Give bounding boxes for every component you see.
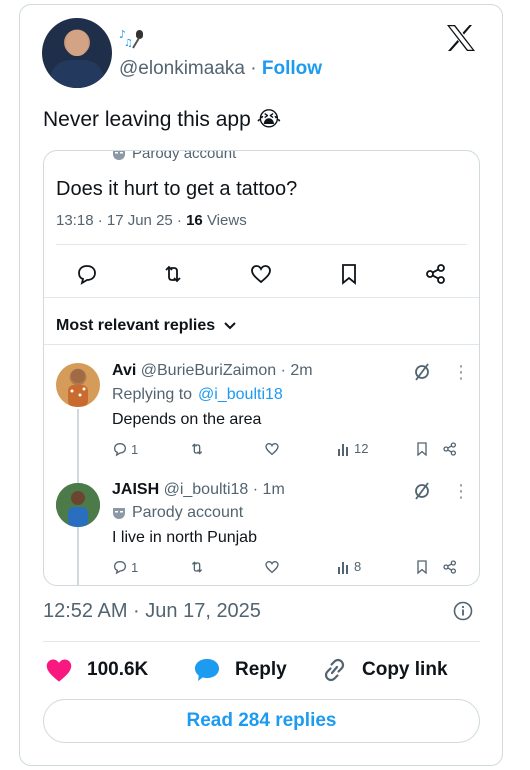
reply-views-button[interactable]: 8 (337, 559, 361, 574)
info-icon[interactable] (453, 601, 473, 621)
reply-like-button[interactable] (264, 559, 280, 575)
share-icon (443, 442, 456, 456)
reply-text: Depends on the area (112, 411, 262, 428)
retweet-icon[interactable] (161, 262, 187, 288)
reply-retweet-button[interactable] (189, 559, 205, 575)
comment-icon (113, 560, 127, 575)
reply-action-bar: 1 8 (112, 559, 462, 579)
more-options-icon[interactable]: ⋮ (452, 482, 470, 500)
reply-like-button[interactable] (264, 441, 280, 457)
share-icon[interactable] (424, 262, 450, 288)
views-icon (338, 443, 348, 456)
mask-icon (113, 151, 125, 160)
like-icon[interactable] (249, 262, 275, 288)
tweet-text: Never leaving this app 😭 (43, 108, 282, 131)
reply-bookmark-button[interactable] (414, 559, 430, 575)
reply-share-button[interactable] (442, 441, 458, 457)
more-options-icon[interactable]: ⋮ (452, 363, 470, 381)
copy-link-label: Copy link (362, 659, 448, 680)
mask-icon (113, 508, 125, 519)
reply-share-button[interactable] (442, 559, 458, 575)
quoted-question: Does it hurt to get a tattoo? (56, 178, 298, 200)
bookmark-icon (417, 560, 427, 575)
grok-icon[interactable] (412, 481, 432, 501)
author-display-name[interactable]: ♪ ♫ (119, 26, 149, 50)
follow-button[interactable]: Follow (262, 58, 322, 79)
reply-label: Reply (235, 659, 287, 680)
author-avatar[interactable] (42, 18, 112, 88)
reply-author[interactable]: Avi @BurieBuriZaimon · 2m (112, 362, 313, 380)
quoted-meta: 13:18 · 17 Jun 25 · 16 Views (56, 212, 247, 229)
replying-to: Replying to @i_boulti18 (112, 386, 283, 404)
reply-bookmark-button[interactable] (414, 441, 430, 457)
sort-replies-dropdown[interactable]: Most relevant replies (56, 317, 237, 335)
tweet-timestamp[interactable]: 12:52 AM · Jun 17, 2025 (43, 600, 261, 623)
reply-action-bar: 1 12 (112, 441, 462, 461)
comment-icon[interactable] (75, 262, 101, 288)
bookmark-icon[interactable] (337, 262, 363, 288)
like-icon (265, 560, 279, 574)
avatar[interactable] (56, 363, 100, 407)
svg-text:♫: ♫ (124, 38, 133, 49)
heart-filled-icon (46, 659, 72, 682)
reply-comment-button[interactable]: 1 (112, 559, 138, 575)
retweet-icon (191, 561, 203, 573)
avatar[interactable] (56, 483, 100, 527)
link-icon (324, 658, 345, 682)
parody-label: Parody account (112, 151, 236, 162)
x-logo-icon[interactable] (445, 24, 477, 52)
share-icon (443, 560, 456, 574)
parody-label: Parody account (112, 504, 243, 522)
copy-link-button[interactable]: Copy link (320, 657, 448, 683)
like-icon (265, 442, 279, 456)
speech-bubble-icon (195, 659, 219, 681)
like-count: 100.6K (87, 659, 149, 680)
reply-comment-button[interactable]: 1 (112, 441, 138, 457)
divider (43, 641, 480, 642)
bookmark-icon (417, 442, 427, 457)
comment-icon (113, 442, 127, 457)
quoted-action-bar (44, 254, 479, 296)
mention-link[interactable]: @i_boulti18 (198, 386, 283, 404)
reply-views-button[interactable]: 12 (337, 441, 368, 456)
retweet-icon (191, 443, 203, 455)
author-handle-row: @elonkimaaka · Follow (119, 58, 322, 80)
reply-button[interactable]: Reply (193, 657, 287, 683)
separator-dot: · (250, 58, 257, 79)
chevron-down-icon (224, 322, 236, 330)
reply-retweet-button[interactable] (189, 441, 205, 457)
reply-author[interactable]: JAISH @i_boulti18 · 1m (112, 481, 285, 499)
quoted-tweet[interactable]: Parody account Does it hurt to get a tat… (43, 150, 480, 586)
read-replies-button[interactable]: Read 284 replies (43, 699, 480, 743)
microphone-notes-icon: ♪ ♫ (119, 28, 143, 49)
grok-icon[interactable] (412, 362, 432, 382)
author-handle[interactable]: @elonkimaaka (119, 58, 245, 79)
reply-text: I live in north Punjab (112, 529, 257, 546)
like-button[interactable]: 100.6K (45, 657, 148, 683)
views-icon (338, 561, 348, 574)
